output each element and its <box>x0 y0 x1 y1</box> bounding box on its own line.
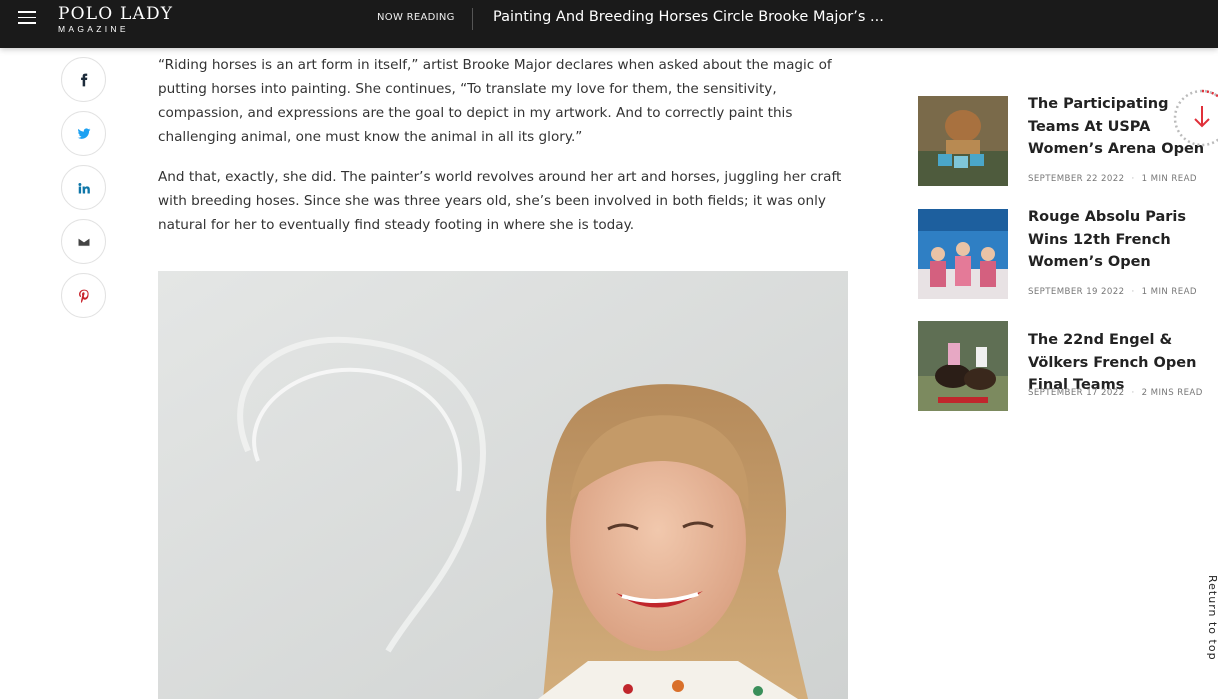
share-linkedin-button[interactable] <box>61 165 106 210</box>
share-facebook-button[interactable] <box>61 57 106 102</box>
article-paragraph: “Riding horses is an art form in itself,… <box>158 53 848 149</box>
paragraph-text: And that, exactly, she did. The painter’… <box>158 169 842 233</box>
post-meta: SEPTEMBER 19 2022 · 1 MIN READ <box>1028 287 1197 297</box>
post-read-time: 1 MIN READ <box>1141 287 1197 297</box>
reading-progress-indicator[interactable] <box>1172 88 1218 148</box>
top-navigation-bar: POLO LADY MAGAZINE NOW READING Painting … <box>0 0 1218 48</box>
post-date: SEPTEMBER 22 2022 <box>1028 174 1125 184</box>
paragraph-text: “Riding horses is an art form in itself,… <box>158 57 832 145</box>
arrow-down-icon <box>1194 106 1210 128</box>
return-to-top-link[interactable]: Return to top <box>1206 575 1218 667</box>
now-reading-label: NOW READING <box>377 12 455 23</box>
post-read-time: 1 MIN READ <box>1141 174 1197 184</box>
facebook-icon <box>80 73 87 86</box>
share-pinterest-button[interactable] <box>61 273 106 318</box>
share-email-button[interactable] <box>61 219 106 264</box>
article-paragraph: And that, exactly, she did. The painter’… <box>158 165 848 237</box>
post-title[interactable]: Rouge Absolu Paris Wins 12th French Wome… <box>1028 206 1218 274</box>
logo-title: POLO LADY <box>58 4 174 24</box>
share-twitter-button[interactable] <box>61 111 106 156</box>
linkedin-icon <box>77 182 90 194</box>
post-meta: SEPTEMBER 22 2022 · 1 MIN READ <box>1028 174 1197 184</box>
logo-subtitle: MAGAZINE <box>58 24 129 34</box>
pinterest-icon <box>78 289 89 303</box>
email-icon <box>77 237 90 246</box>
post-date: SEPTEMBER 17 2022 <box>1028 388 1125 398</box>
return-to-top-label: Return to top <box>1206 575 1218 661</box>
post-thumbnail[interactable] <box>918 209 1008 299</box>
site-logo[interactable]: POLO LADY MAGAZINE <box>58 4 173 34</box>
twitter-icon <box>77 127 90 139</box>
article-photo <box>158 271 848 699</box>
post-thumbnail[interactable] <box>918 321 1008 411</box>
post-meta: SEPTEMBER 17 2022 · 2 MINS READ <box>1028 388 1203 398</box>
menu-icon[interactable] <box>18 11 36 25</box>
post-read-time: 2 MINS READ <box>1141 388 1203 398</box>
post-title[interactable]: The 22nd Engel & Völkers French Open Fin… <box>1028 329 1218 397</box>
now-reading-title[interactable]: Painting And Breeding Horses Circle Broo… <box>493 9 884 25</box>
post-date: SEPTEMBER 19 2022 <box>1028 287 1125 297</box>
post-thumbnail[interactable] <box>918 96 1008 186</box>
header-divider <box>472 8 473 30</box>
